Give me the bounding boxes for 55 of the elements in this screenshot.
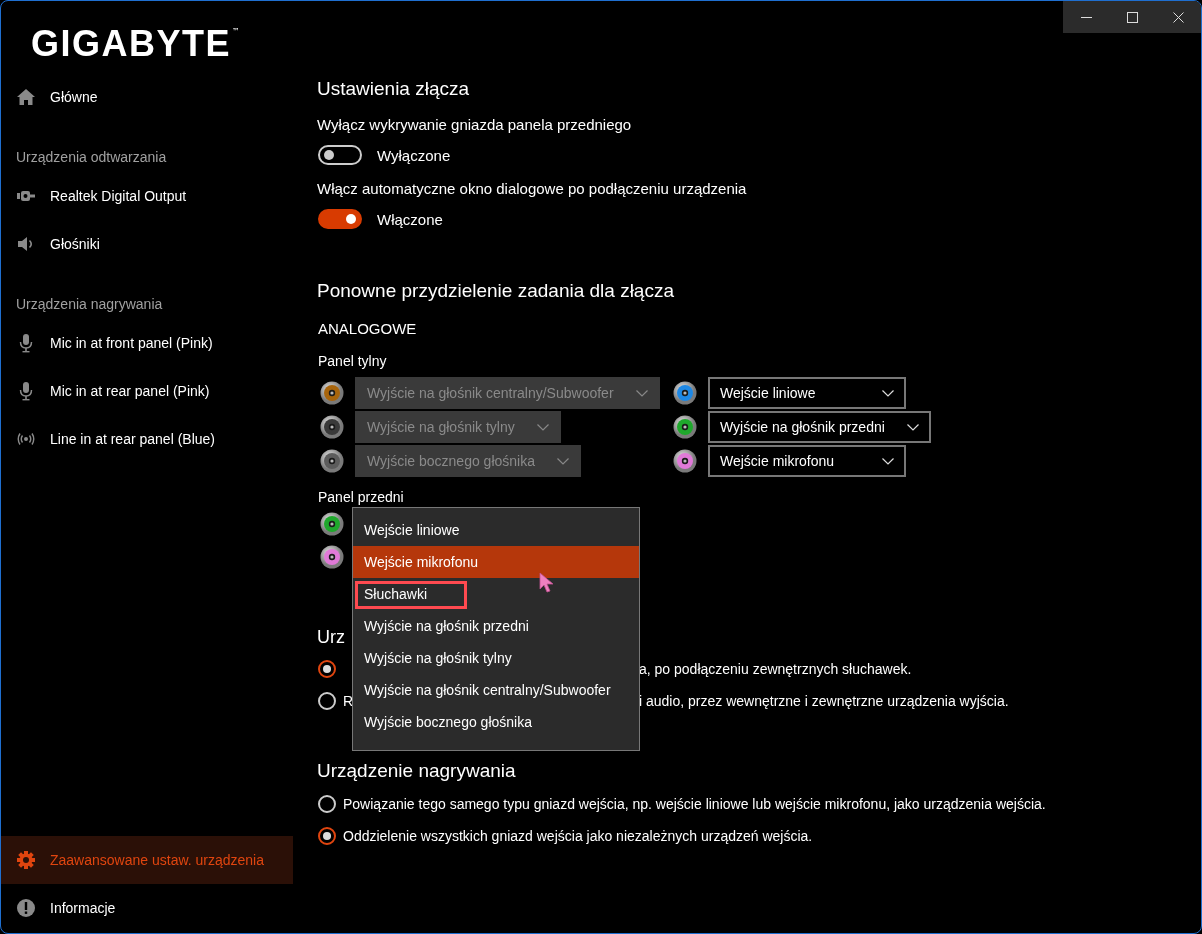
dropdown[interactable]: Wejście mikrofonu [708,445,906,477]
option-text: R [343,693,354,709]
chevron-down-icon [882,457,894,465]
exclamation-icon [16,898,36,918]
sidebar-item[interactable]: Zaawansowane ustaw. urządzenia [1,836,293,884]
option-text: Oddzielenie wszystkich gniazd wejścia jako niezależnych urządzeń wejścia. [343,828,813,844]
chevron-down-icon [536,423,549,431]
menu-item[interactable]: Wyjście na głośnik centralny/Subwoofer [353,674,639,706]
section-heading: Ustawienia złącza [317,77,470,101]
sidebar-item[interactable]: Mic in at rear panel (Pink) [1,367,293,415]
menu-item[interactable]: Wejście liniowe [353,514,639,546]
radio-button[interactable] [318,827,336,845]
sidebar-item[interactable]: Informacje [1,884,293,932]
radio-button[interactable] [318,660,336,678]
sidebar-item[interactable]: Mic in at front panel (Pink) [1,319,293,367]
chevron-down-icon [882,389,894,397]
dropdown[interactable]: Wyjście na głośnik przedni [708,411,931,443]
menu-item[interactable]: Słuchawki [353,578,639,610]
menu-item[interactable]: Wyjście na głośnik tylny [353,642,639,674]
section-heading: Urządzenie nagrywania [317,759,516,783]
setting-label: Wyłącz wykrywanie gniazda panela przedniego [317,115,633,135]
setting-label: Włącz automatyczne okno dialogowe po podłączeniu urządzenia [317,179,748,199]
menu-item[interactable]: Wejście mikrofonu [353,546,639,578]
sidebar-item[interactable]: Line in at rear panel (Blue) [1,415,293,463]
option-text: Powiązanie tego samego typu gniazd wejścia, np. wejście liniowe lub wejście mikrofonu, jako urządzenia wejścia. [343,796,1046,812]
close-icon [1172,11,1184,23]
toggle-label: Włączone [377,210,443,228]
sidebar-item[interactable]: Głośniki [1,220,293,268]
panel-label: Panel tylny [317,352,388,371]
trademark-mark: ™ [232,27,240,37]
chevron-down-icon [635,389,648,397]
dropdown[interactable]: Wejście liniowe [708,377,906,409]
radio-button[interactable] [318,795,336,813]
section-header: Urządzenia odtwarzania [15,148,168,167]
toggle-switch[interactable] [318,145,362,165]
toggle-label: Wyłączone [377,146,451,164]
chevron-down-icon [906,423,919,431]
panel-label: Panel przedni [317,488,405,507]
option-text: a, po podłączeniu zewnętrznych słuchawek. [639,661,912,677]
menu-item[interactable]: Wyjście na głośnik przedni [353,610,639,642]
radio-button[interactable] [318,692,336,710]
chevron-down-icon [556,457,569,465]
group-label: ANALOGOWE [317,319,418,339]
option-text: i audio, przez wewnętrzne i zewnętrzne urządzenia wyjścia. [639,693,1009,709]
sidebar-item[interactable]: Realtek Digital Output [1,172,293,220]
section-header: Urządzenia nagrywania [15,295,164,314]
toggle-switch[interactable] [318,209,362,229]
logo-text: GIGABYTE [31,27,231,61]
section-heading: Ponowne przydzielenie zadania dla złącza [317,279,674,303]
section-heading: Urz [317,626,345,649]
menu-item[interactable]: Wyjście bocznego głośnika [353,706,639,738]
settings-icon [16,850,36,870]
sidebar-item[interactable]: Główne [1,73,293,121]
home-icon [16,87,36,107]
maximize-icon [1126,11,1138,23]
